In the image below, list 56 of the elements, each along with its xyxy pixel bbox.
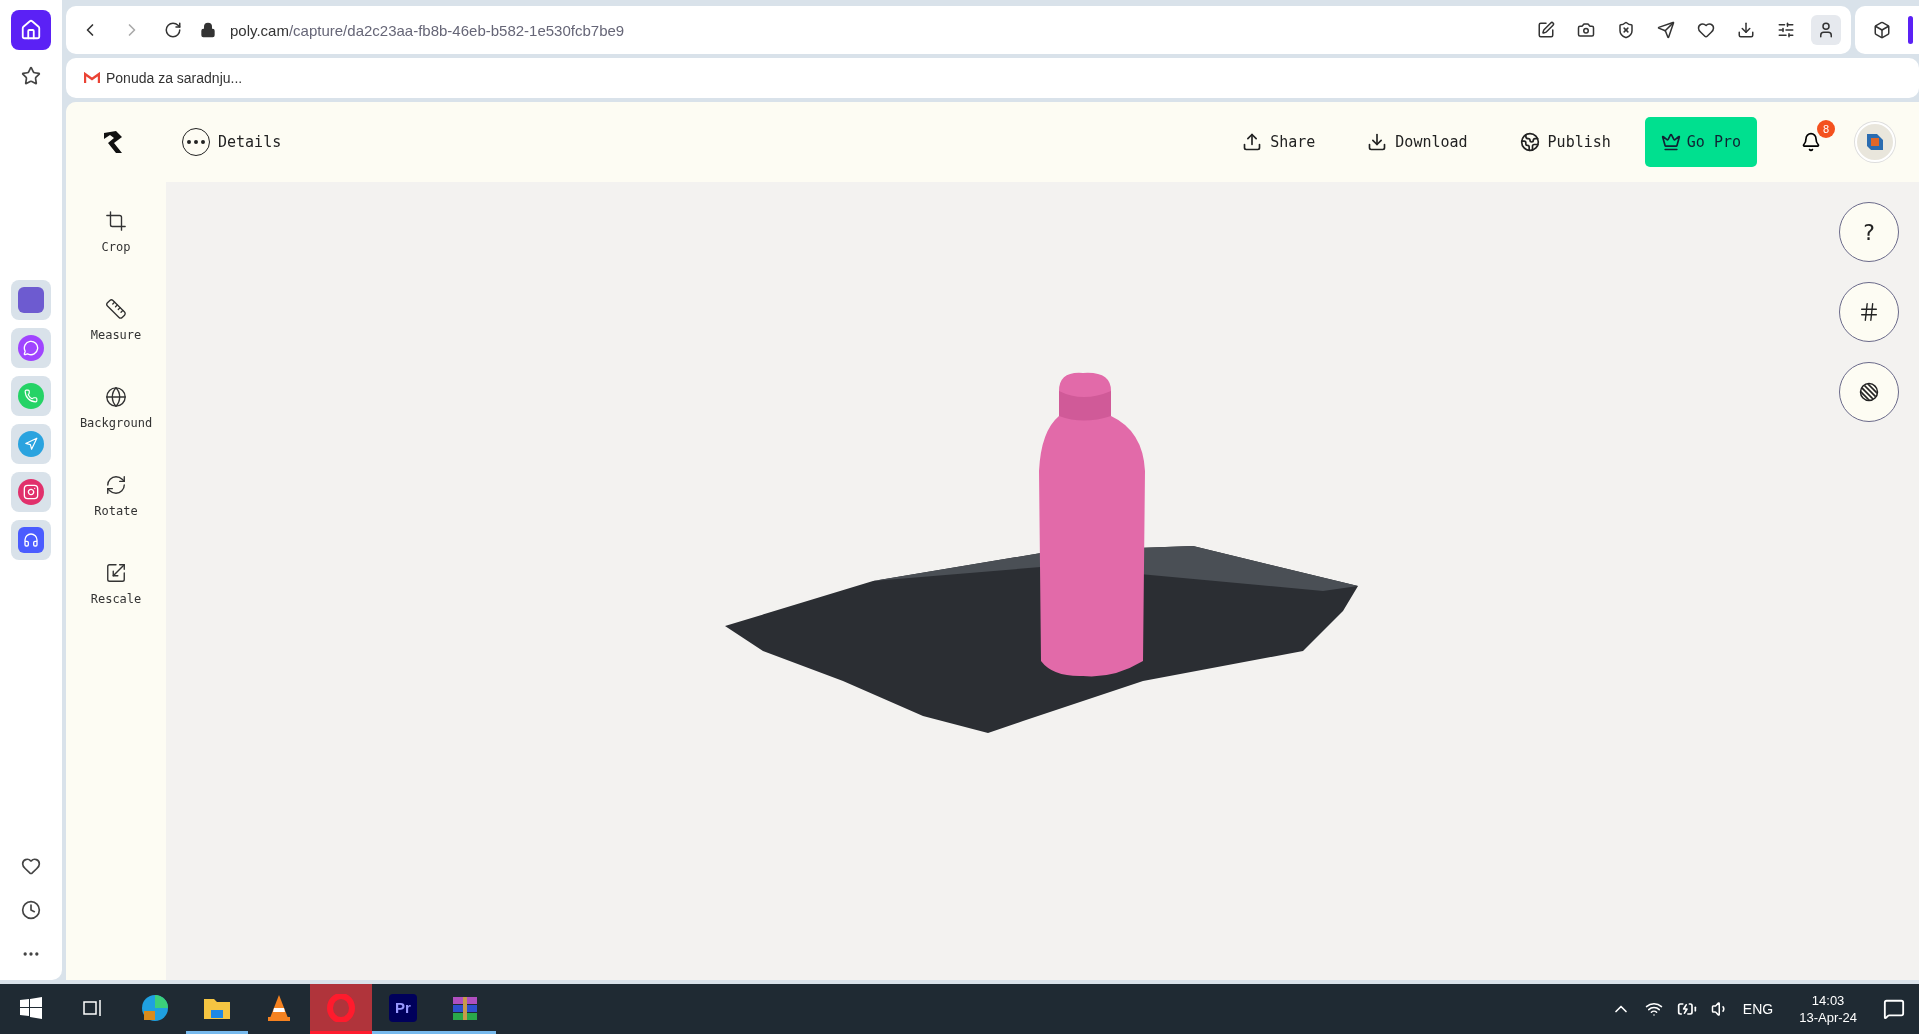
notification-count: 8 bbox=[1817, 120, 1835, 138]
measure-tool-button[interactable]: Measure bbox=[90, 298, 142, 342]
music-app-button[interactable] bbox=[11, 520, 51, 560]
go-pro-button[interactable]: Go Pro bbox=[1644, 117, 1757, 167]
profile-button[interactable] bbox=[1811, 15, 1841, 45]
home-icon bbox=[20, 19, 42, 41]
wifi-icon[interactable] bbox=[1644, 1000, 1663, 1018]
globe-icon bbox=[105, 386, 127, 408]
details-button[interactable]: Details bbox=[178, 122, 286, 162]
crop-icon bbox=[105, 210, 127, 232]
resize-icon bbox=[105, 562, 127, 584]
download-icon bbox=[1367, 132, 1388, 152]
bookmark-link[interactable]: Ponuda za saradnju... bbox=[84, 70, 243, 86]
mail-icon bbox=[84, 72, 100, 84]
rotate-icon bbox=[105, 474, 127, 496]
notifications-icon[interactable] bbox=[1883, 998, 1905, 1020]
video-editor-icon: Pr bbox=[389, 993, 417, 1022]
home-button[interactable] bbox=[11, 10, 51, 50]
texture-button[interactable] bbox=[1839, 362, 1899, 422]
logo-icon bbox=[102, 129, 124, 155]
ruler-icon bbox=[105, 298, 127, 320]
ring-icon bbox=[327, 993, 355, 1022]
publish-button[interactable]: Publish bbox=[1515, 126, 1615, 158]
url-text: poly.cam/capture/da2c23aa-fb8b-46eb-b582-1e530fcb7be9 bbox=[230, 21, 625, 39]
3d-viewport[interactable]: ? bbox=[166, 182, 1919, 980]
archive-books-icon bbox=[451, 994, 479, 1021]
scroll-indicator bbox=[1908, 16, 1914, 44]
language-indicator[interactable]: ENG bbox=[1742, 1001, 1774, 1017]
upload-icon bbox=[1242, 132, 1263, 152]
app-app-button[interactable] bbox=[11, 280, 51, 320]
windows-logo-icon bbox=[20, 996, 42, 1019]
task-view-icon bbox=[82, 997, 104, 1018]
telegram-app-button[interactable] bbox=[11, 424, 51, 464]
clock[interactable]: 14:03 13-Apr-24 bbox=[1799, 992, 1857, 1026]
share-button[interactable]: Share bbox=[1238, 126, 1320, 158]
traffic-cone-icon bbox=[266, 993, 292, 1022]
messenger-app-button[interactable] bbox=[11, 328, 51, 368]
rescale-tool-button[interactable]: Rescale bbox=[90, 562, 142, 606]
address-bar[interactable]: poly.cam/capture/da2c23aa-fb8b-46eb-b582-1e530fcb7be9 bbox=[66, 6, 1851, 54]
help-button[interactable]: ? bbox=[1839, 202, 1899, 262]
lock-icon bbox=[200, 22, 216, 38]
globe-icon bbox=[1519, 132, 1540, 152]
notification-bell-icon[interactable] bbox=[1801, 132, 1821, 152]
grid-icon bbox=[1858, 301, 1880, 323]
rotate-tool-button[interactable]: Rotate bbox=[94, 474, 138, 518]
crown-icon bbox=[1660, 132, 1681, 152]
instagram-app-button[interactable] bbox=[11, 472, 51, 512]
striped-circle-icon bbox=[1859, 382, 1879, 402]
browser-icon bbox=[140, 992, 170, 1023]
download-button[interactable]: Download bbox=[1363, 126, 1472, 158]
grid-button[interactable] bbox=[1839, 282, 1899, 342]
taskbar-app-button[interactable]: Pr bbox=[372, 984, 434, 1034]
crop-tool-button[interactable]: Crop bbox=[101, 210, 131, 254]
user-icon bbox=[1817, 21, 1835, 39]
avatar[interactable] bbox=[1855, 122, 1895, 162]
background-tool-button[interactable]: Background bbox=[79, 386, 153, 430]
